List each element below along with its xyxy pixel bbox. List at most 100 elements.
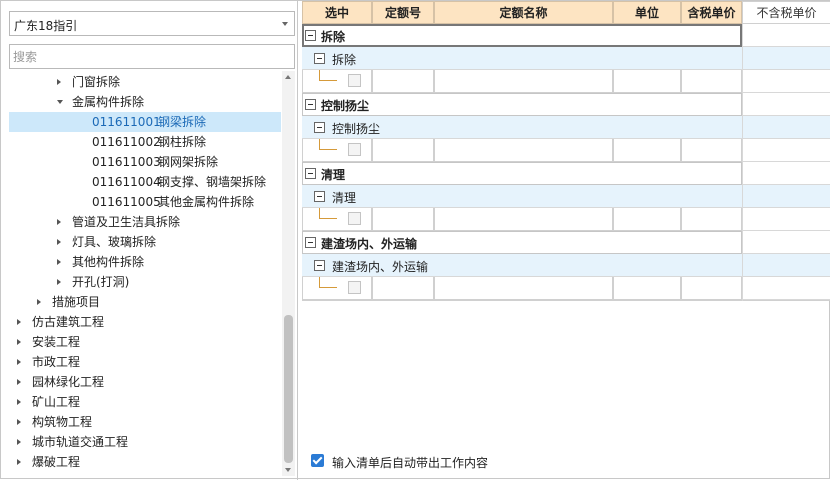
grid-cell[interactable]	[742, 70, 830, 93]
tree-item-label: 开孔(打洞)	[72, 275, 130, 289]
col-header-quota-name[interactable]: 定额名称	[434, 1, 613, 24]
grid-cell[interactable]	[681, 139, 742, 162]
grid-cell[interactable]	[613, 277, 681, 300]
collapse-minus-icon[interactable]	[314, 122, 325, 133]
collapse-arrow-icon[interactable]	[57, 279, 61, 285]
grid-cell[interactable]	[302, 208, 372, 231]
collapse-arrow-icon[interactable]	[17, 359, 21, 365]
group-row[interactable]: 建渣场内、外运输	[302, 231, 830, 254]
tree-node[interactable]: 仿古建筑工程	[9, 312, 281, 332]
collapse-arrow-icon[interactable]	[17, 319, 21, 325]
scroll-up-icon[interactable]	[285, 75, 291, 79]
chevron-down-icon[interactable]	[282, 22, 288, 26]
grid-cell[interactable]	[372, 277, 434, 300]
grid-cell[interactable]	[681, 208, 742, 231]
tree-node[interactable]: 园林绿化工程	[9, 372, 281, 392]
row-select-checkbox[interactable]	[348, 74, 361, 87]
collapse-arrow-icon[interactable]	[17, 459, 21, 465]
collapse-minus-icon[interactable]	[305, 237, 316, 248]
collapse-arrow-icon[interactable]	[57, 79, 61, 85]
group-row[interactable]: 清理	[302, 162, 830, 185]
grid-cell[interactable]	[434, 277, 613, 300]
tree-scrollbar[interactable]	[282, 71, 295, 476]
col-header-quota-no[interactable]: 定额号	[372, 1, 434, 24]
col-header-unit[interactable]: 单位	[613, 1, 681, 24]
grid-cell[interactable]	[372, 70, 434, 93]
tree-node[interactable]: 其他构件拆除	[9, 252, 281, 272]
collapse-minus-icon[interactable]	[305, 30, 316, 41]
group-row[interactable]: 控制扬尘	[302, 93, 830, 116]
subgroup-row[interactable]: 拆除	[302, 47, 830, 70]
row-select-checkbox[interactable]	[348, 143, 361, 156]
grid-cell[interactable]	[302, 277, 372, 300]
tree-connector	[319, 208, 337, 219]
tree-node[interactable]: 矿山工程	[9, 392, 281, 412]
collapse-minus-icon[interactable]	[314, 53, 325, 64]
collapse-arrow-icon[interactable]	[57, 239, 61, 245]
search-input[interactable]	[10, 45, 294, 68]
collapse-minus-icon[interactable]	[305, 99, 316, 110]
quota-row[interactable]	[302, 139, 830, 162]
collapse-arrow-icon[interactable]	[57, 219, 61, 225]
subgroup-row[interactable]: 清理	[302, 185, 830, 208]
tree-leaf-item[interactable]: 011611003 钢网架拆除	[9, 152, 281, 172]
col-header-tax-price[interactable]: 含税单价	[681, 1, 742, 24]
collapse-arrow-icon[interactable]	[37, 299, 41, 305]
collapse-arrow-icon[interactable]	[57, 259, 61, 265]
auto-content-checkbox[interactable]	[311, 454, 324, 467]
grid-cell[interactable]	[434, 208, 613, 231]
subgroup-row[interactable]: 建渣场内、外运输	[302, 254, 830, 277]
tree-node[interactable]: 安装工程	[9, 332, 281, 352]
grid-cell[interactable]	[302, 139, 372, 162]
grid-cell[interactable]	[613, 70, 681, 93]
col-header-net-price[interactable]: 不含税单价	[742, 1, 830, 24]
tree-node[interactable]: 门窗拆除	[9, 72, 281, 92]
scroll-down-icon[interactable]	[285, 468, 291, 472]
scrollbar-thumb[interactable]	[284, 315, 293, 463]
collapse-arrow-icon[interactable]	[17, 379, 21, 385]
group-row[interactable]: 拆除	[302, 24, 830, 47]
collapse-minus-icon[interactable]	[314, 191, 325, 202]
grid-cell[interactable]	[681, 70, 742, 93]
quota-row[interactable]	[302, 208, 830, 231]
collapse-arrow-icon[interactable]	[17, 439, 21, 445]
col-header-selected[interactable]: 选中	[302, 1, 372, 24]
grid-cell[interactable]	[372, 208, 434, 231]
collapse-minus-icon[interactable]	[305, 168, 316, 179]
tree-leaf-item[interactable]: 011611002 钢柱拆除	[9, 132, 281, 152]
grid-cell[interactable]	[681, 277, 742, 300]
expand-arrow-icon[interactable]	[57, 100, 63, 104]
tree-node[interactable]: 管道及卫生洁具拆除	[9, 212, 281, 232]
tree-node[interactable]: 构筑物工程	[9, 412, 281, 432]
grid-cell[interactable]	[613, 208, 681, 231]
collapse-arrow-icon[interactable]	[17, 419, 21, 425]
guide-select[interactable]: 广东18指引	[9, 11, 295, 36]
collapse-arrow-icon[interactable]	[17, 399, 21, 405]
subgroup-row[interactable]: 控制扬尘	[302, 116, 830, 139]
collapse-arrow-icon[interactable]	[17, 339, 21, 345]
tree-leaf-item[interactable]: 011611005 其他金属构件拆除	[9, 192, 281, 212]
grid-cell[interactable]	[372, 139, 434, 162]
quota-row[interactable]	[302, 70, 830, 93]
tree-leaf-item[interactable]: 011611001 钢梁拆除	[9, 112, 281, 132]
grid-cell[interactable]	[742, 277, 830, 300]
quota-row[interactable]	[302, 277, 830, 300]
grid-cell[interactable]	[302, 70, 372, 93]
tree-node[interactable]: 灯具、玻璃拆除	[9, 232, 281, 252]
grid-cell[interactable]	[613, 139, 681, 162]
grid-cell[interactable]	[742, 208, 830, 231]
tree-node[interactable]: 措施项目	[9, 292, 281, 312]
collapse-minus-icon[interactable]	[314, 260, 325, 271]
row-select-checkbox[interactable]	[348, 281, 361, 294]
tree-node[interactable]: 市政工程	[9, 352, 281, 372]
search-box[interactable]	[9, 44, 295, 69]
grid-cell[interactable]	[742, 139, 830, 162]
row-select-checkbox[interactable]	[348, 212, 361, 225]
tree-node[interactable]: 开孔(打洞)	[9, 272, 281, 292]
grid-cell[interactable]	[434, 139, 613, 162]
tree-node[interactable]: 爆破工程	[9, 452, 281, 472]
tree-node[interactable]: 金属构件拆除	[9, 92, 281, 112]
tree-node[interactable]: 城市轨道交通工程	[9, 432, 281, 452]
grid-cell[interactable]	[434, 70, 613, 93]
tree-leaf-item[interactable]: 011611004 钢支撑、钢墙架拆除	[9, 172, 281, 192]
